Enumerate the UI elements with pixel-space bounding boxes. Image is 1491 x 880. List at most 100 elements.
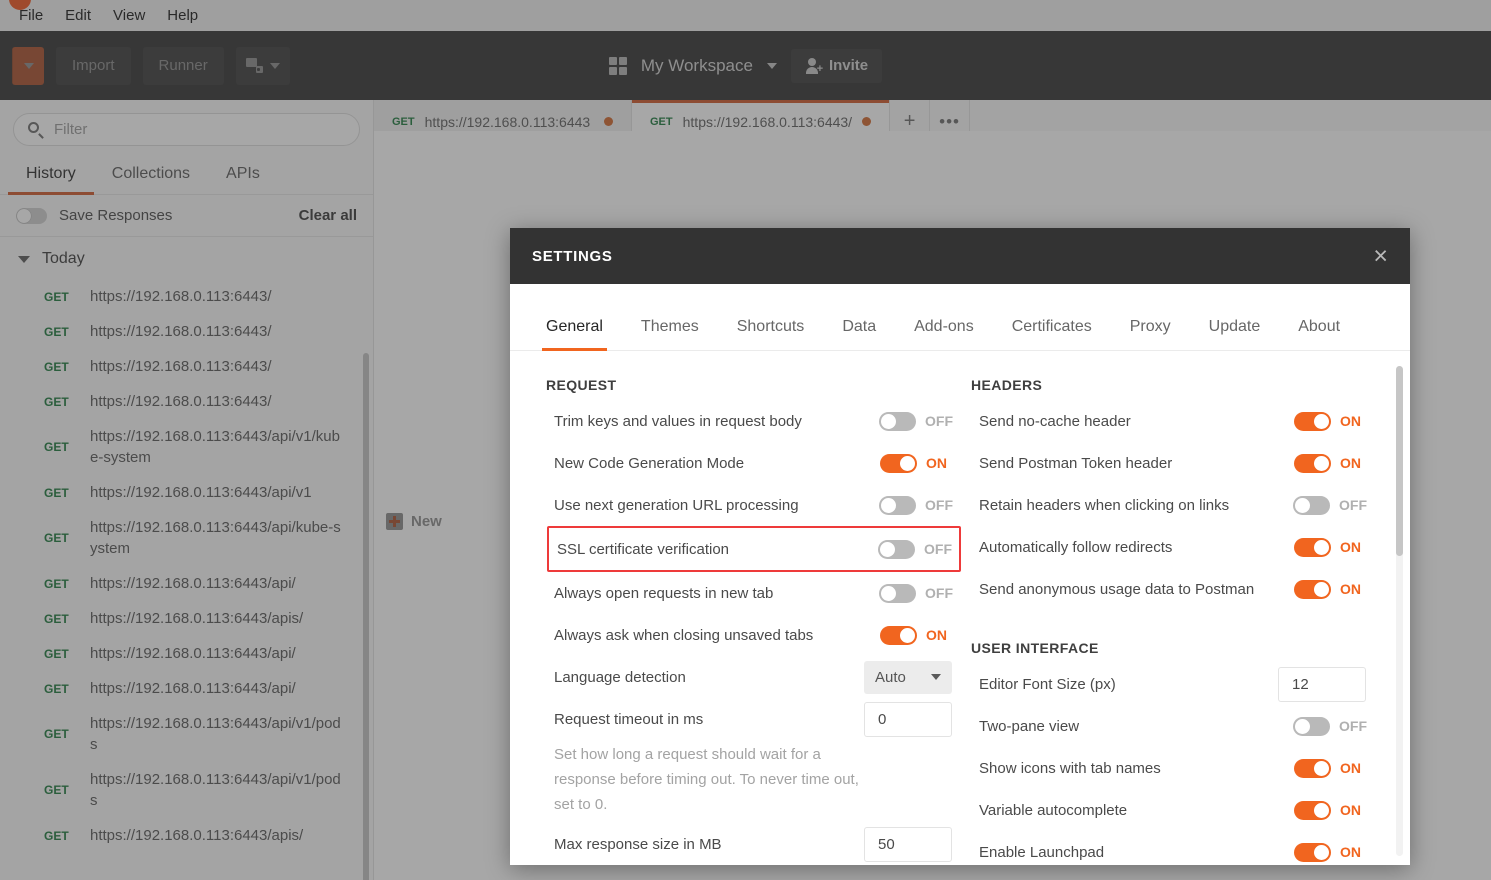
request-timeout-input[interactable]: 0 — [864, 701, 952, 737]
toggle-track[interactable] — [880, 625, 917, 645]
setting-label-always-ask-when-closing-unsaved-tabs: Always ask when closing unsaved tabs — [554, 626, 814, 644]
setting-row-send-anonymous-usage-data-to-postman: Send anonymous usage data to Postman ON — [971, 568, 1374, 610]
toggle-track[interactable] — [1294, 842, 1331, 862]
request-timeout-hint: Set how long a request should wait for a… — [554, 746, 859, 813]
setting-label-automatically-follow-redirects: Automatically follow redirects — [979, 538, 1173, 556]
toggle-track[interactable] — [878, 539, 915, 559]
settings-modal-title: SETTINGS — [532, 247, 613, 265]
toggle-state-label: ON — [1340, 455, 1361, 471]
settings-modal-header: SETTINGS × — [510, 228, 1410, 284]
setting-toggle-automatically-follow-redirects[interactable]: ON — [1294, 537, 1366, 557]
toggle-state-label: OFF — [1339, 718, 1367, 734]
settings-modal: SETTINGS × General Themes Shortcuts Data Add… — [510, 228, 1410, 865]
close-icon[interactable]: × — [1373, 243, 1388, 269]
setting-toggle-always-ask-when-closing-unsaved-tabs[interactable]: ON — [880, 625, 952, 645]
settings-scrollbar-thumb[interactable] — [1396, 366, 1403, 556]
setting-row-ssl-certificate-verification: SSL certificate verification OFF — [547, 526, 961, 572]
settings-column-right: HEADERS Send no-cache header ON Send Postm… — [960, 377, 1374, 865]
toggle-track[interactable] — [879, 411, 916, 431]
setting-label-enable-launchpad: Enable Launchpad — [979, 843, 1105, 861]
setting-row-two-pane-view: Two-pane view OFF — [971, 705, 1374, 747]
setting-toggle-variable-autocomplete[interactable]: ON — [1294, 800, 1366, 820]
setting-row-always-open-requests-in-new-tab: Always open requests in new tab OFF — [546, 572, 960, 614]
settings-tab-bar: General Themes Shortcuts Data Add-ons Certifi… — [510, 284, 1410, 351]
setting-row-enable-launchpad: Enable Launchpad ON — [971, 831, 1374, 865]
toggle-track[interactable] — [1294, 800, 1331, 820]
toggle-track[interactable] — [1293, 495, 1330, 515]
setting-label-send-anonymous-usage-data-to-postman: Send anonymous usage data to Postman — [979, 580, 1255, 598]
settings-tab-proxy[interactable]: Proxy — [1130, 318, 1171, 350]
settings-tab-themes[interactable]: Themes — [641, 318, 699, 350]
setting-toggle-retain-headers-when-clicking-on-links[interactable]: OFF — [1293, 495, 1367, 515]
settings-tab-about[interactable]: About — [1298, 318, 1340, 350]
setting-label-show-icons-with-tab-names: Show icons with tab names — [979, 759, 1161, 777]
setting-row-send-no-cache-header: Send no-cache header ON — [971, 400, 1374, 442]
setting-toggle-send-anonymous-usage-data-to-postman[interactable]: ON — [1294, 579, 1366, 599]
toggle-track[interactable] — [1294, 758, 1331, 778]
toggle-state-label: OFF — [925, 413, 953, 429]
headers-settings-rows: Send no-cache header ON Send Postman Token… — [971, 400, 1374, 610]
setting-label-send-postman-token-header: Send Postman Token header — [979, 454, 1173, 472]
headers-section-title: HEADERS — [971, 377, 1043, 393]
setting-row-send-postman-token-header: Send Postman Token header ON — [971, 442, 1374, 484]
toggle-state-label: ON — [1340, 413, 1361, 429]
setting-toggle-enable-launchpad[interactable]: ON — [1294, 842, 1366, 862]
setting-row-always-ask-when-closing-unsaved-tabs: Always ask when closing unsaved tabs ON — [546, 614, 960, 656]
setting-row-show-icons-with-tab-names: Show icons with tab names ON — [971, 747, 1374, 789]
toggle-state-label: ON — [1340, 760, 1361, 776]
settings-column-left: REQUEST Trim keys and values in request … — [546, 377, 961, 865]
setting-label-send-no-cache-header: Send no-cache header — [979, 412, 1131, 430]
settings-tab-certificates[interactable]: Certificates — [1012, 318, 1092, 350]
settings-body: REQUEST Trim keys and values in request … — [510, 351, 1410, 865]
setting-toggle-use-next-generation-url-processing[interactable]: OFF — [879, 495, 953, 515]
toggle-state-label: ON — [926, 455, 947, 471]
settings-scrollbar[interactable] — [1396, 366, 1403, 856]
setting-row-trim-keys-and-values-in-request-body: Trim keys and values in request body OFF — [546, 400, 960, 442]
toggle-track[interactable] — [1294, 579, 1331, 599]
toggle-track[interactable] — [1294, 537, 1331, 557]
toggle-state-label: OFF — [925, 585, 953, 601]
setting-toggle-ssl-certificate-verification[interactable]: OFF — [878, 539, 952, 559]
setting-label-new-code-generation-mode: New Code Generation Mode — [554, 454, 745, 472]
language-detection-select[interactable]: Auto — [864, 660, 952, 694]
setting-label-always-open-requests-in-new-tab: Always open requests in new tab — [554, 584, 774, 602]
editor-font-size-input[interactable]: 12 — [1278, 666, 1366, 702]
max-response-size-label: Max response size in MB — [554, 835, 722, 853]
toggle-track[interactable] — [879, 583, 916, 603]
ui-section-title: USER INTERFACE — [971, 640, 1099, 656]
toggle-track[interactable] — [1294, 453, 1331, 473]
request-settings-rows: Trim keys and values in request body OFF N… — [546, 400, 961, 656]
settings-tab-data[interactable]: Data — [842, 318, 876, 350]
setting-row-use-next-generation-url-processing: Use next generation URL processing OFF — [546, 484, 960, 526]
settings-tab-update[interactable]: Update — [1209, 318, 1261, 350]
settings-tab-general[interactable]: General — [542, 318, 607, 351]
setting-label-two-pane-view: Two-pane view — [979, 717, 1080, 735]
setting-row-retain-headers-when-clicking-on-links: Retain headers when clicking on links OFF — [971, 484, 1374, 526]
toggle-state-label: OFF — [1339, 497, 1367, 513]
setting-toggle-new-code-generation-mode[interactable]: ON — [880, 453, 952, 473]
toggle-track[interactable] — [1293, 716, 1330, 736]
setting-toggle-show-icons-with-tab-names[interactable]: ON — [1294, 758, 1366, 778]
setting-label-variable-autocomplete: Variable autocomplete — [979, 801, 1128, 819]
setting-toggle-send-no-cache-header[interactable]: ON — [1294, 411, 1366, 431]
editor-font-size-row: Editor Font Size (px) 12 — [971, 663, 1374, 705]
toggle-track[interactable] — [1294, 411, 1331, 431]
toggle-state-label: OFF — [924, 541, 952, 557]
setting-toggle-send-postman-token-header[interactable]: ON — [1294, 453, 1366, 473]
setting-toggle-two-pane-view[interactable]: OFF — [1293, 716, 1367, 736]
toggle-state-label: ON — [1340, 844, 1361, 860]
postman-app-window: File Edit View Help New Import Runner My… — [0, 0, 1491, 880]
settings-tab-add-ons[interactable]: Add-ons — [914, 318, 974, 350]
request-section-title: REQUEST — [546, 377, 617, 393]
request-timeout-label: Request timeout in ms — [554, 710, 704, 728]
setting-toggle-always-open-requests-in-new-tab[interactable]: OFF — [879, 583, 953, 603]
setting-label-use-next-generation-url-processing: Use next generation URL processing — [554, 496, 799, 514]
toggle-track[interactable] — [880, 453, 917, 473]
language-detection-value: Auto — [875, 668, 906, 686]
setting-label-retain-headers-when-clicking-on-links: Retain headers when clicking on links — [979, 496, 1230, 514]
settings-tab-shortcuts[interactable]: Shortcuts — [737, 318, 805, 350]
toggle-track[interactable] — [879, 495, 916, 515]
max-response-size-input[interactable]: 50 — [864, 826, 952, 862]
language-detection-row: Language detection Auto — [546, 656, 960, 698]
setting-toggle-trim-keys-and-values-in-request-body[interactable]: OFF — [879, 411, 953, 431]
